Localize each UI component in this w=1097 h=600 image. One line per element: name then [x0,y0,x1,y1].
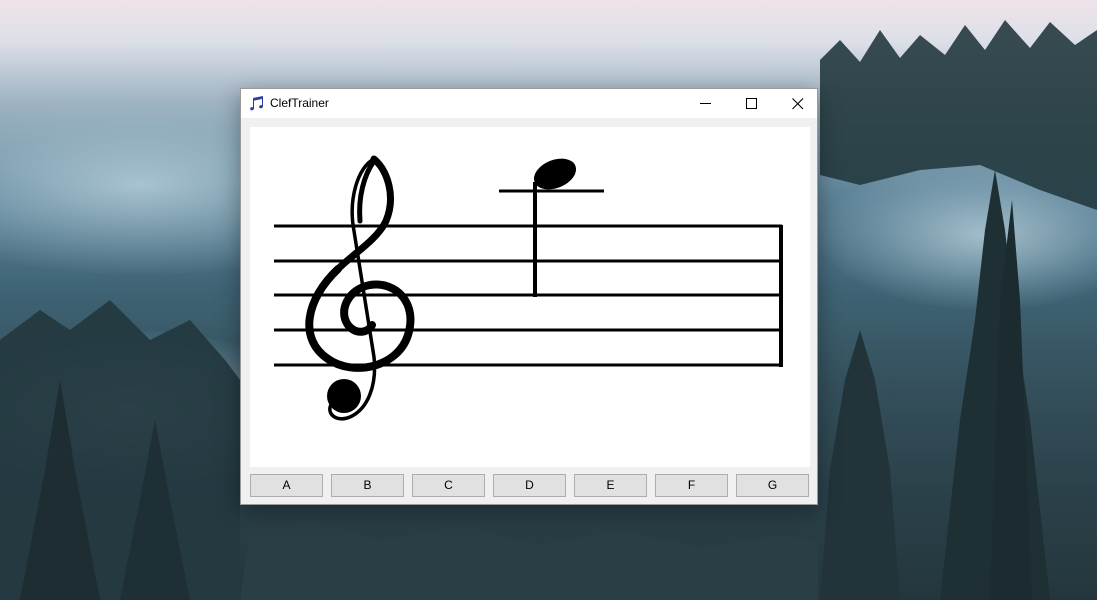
desktop-background: ClefTrainer A B C D E F G [0,0,1097,600]
answer-button-d[interactable]: D [493,474,566,497]
answer-button-b[interactable]: B [331,474,404,497]
treble-clef-icon [305,155,415,421]
music-note-icon [250,96,263,111]
close-icon [792,98,804,110]
minimize-button[interactable] [683,89,729,118]
close-button[interactable] [775,89,821,118]
answer-button-a[interactable]: A [250,474,323,497]
window-title: ClefTrainer [270,96,329,110]
maximize-button[interactable] [729,89,775,118]
answer-buttons: A B C D E F G [250,474,810,497]
note-head [533,158,577,190]
title-bar[interactable]: ClefTrainer [241,89,817,118]
maximize-icon [746,98,757,109]
answer-button-g[interactable]: G [736,474,809,497]
staff-canvas [250,127,810,467]
minimize-icon [700,103,711,104]
music-staff [274,155,783,421]
app-window: ClefTrainer A B C D E F G [240,88,818,505]
answer-button-e[interactable]: E [574,474,647,497]
answer-button-f[interactable]: F [655,474,728,497]
answer-button-c[interactable]: C [412,474,485,497]
